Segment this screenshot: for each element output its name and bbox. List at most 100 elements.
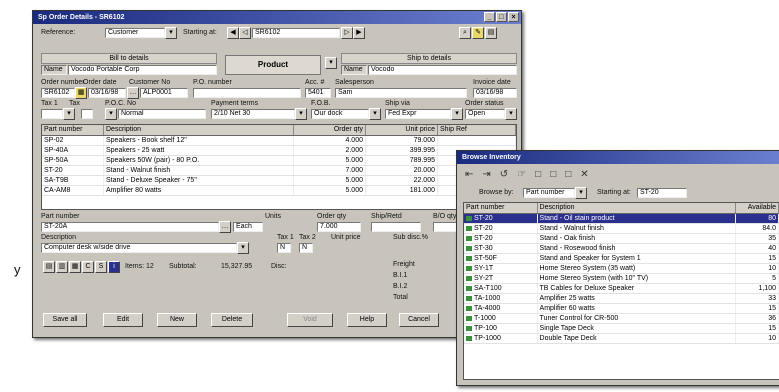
delete-icon[interactable]: ✕ — [580, 169, 588, 180]
refresh-icon[interactable]: ↺ — [500, 169, 508, 180]
col-description[interactable]: Description — [104, 125, 294, 135]
part-lookup-icon[interactable]: … — [219, 221, 231, 233]
new-button[interactable]: New — [157, 313, 197, 327]
detail-units-field[interactable]: Each — [233, 222, 263, 232]
browse-row[interactable]: TA-4000 Amplifier 60 watts 15 — [464, 304, 779, 314]
browse-col-part-number[interactable]: Part number — [464, 203, 538, 213]
customer-lookup-icon[interactable]: … — [127, 87, 139, 99]
first-record-icon[interactable]: ◀ — [227, 27, 239, 39]
insert-line-icon[interactable]: ▤ — [43, 261, 55, 273]
delete-line-icon[interactable]: ▥ — [56, 261, 68, 273]
order-status-dropdown-icon[interactable]: ▾ — [505, 108, 517, 120]
line-item-row[interactable]: CA-AM8 Amplifier 80 watts 5.000 181.000 — [42, 186, 516, 196]
maximize-button[interactable]: □ — [496, 12, 507, 22]
cancel-button[interactable]: Cancel — [399, 313, 439, 327]
browse-col-description[interactable]: Description — [538, 203, 737, 213]
browse-row[interactable]: ST-30 Stand - Rosewood finish 40 — [464, 244, 779, 254]
detail-part-field[interactable]: ST-20A — [41, 222, 219, 232]
info-icon[interactable]: i — [108, 261, 120, 273]
tax1-flag[interactable]: N — [277, 243, 291, 253]
order-date-field[interactable]: 03/16/98 — [88, 88, 126, 98]
detail-description-field[interactable]: Computer desk w/side drive — [41, 243, 237, 253]
poc-dropdown-icon[interactable]: ▾ — [105, 108, 117, 120]
line-items-grid[interactable]: Part number Description Order qty Unit p… — [41, 124, 517, 210]
browse-starting-field[interactable]: ST-20 — [637, 188, 687, 198]
notes-icon[interactable]: ✎ — [472, 27, 484, 39]
ship-via-dropdown-icon[interactable]: ▾ — [451, 108, 463, 120]
customer-no-field[interactable]: ALP0001 — [140, 88, 188, 98]
ship-to-name-field[interactable]: Vocodo — [368, 65, 517, 75]
col-unit-price[interactable]: Unit price — [366, 125, 438, 135]
invoice-date-field[interactable]: 03/16/98 — [473, 88, 517, 98]
browse-row[interactable]: TP-100 Single Tape Deck 15 — [464, 324, 779, 334]
poc-field[interactable]: Normal — [118, 109, 206, 119]
browse-grid[interactable]: Part number Description Available ST-20 S… — [463, 202, 779, 380]
select-icon[interactable]: ☞ — [517, 169, 526, 180]
browse-row[interactable]: T-1000 Tuner Control for CR-500 36 — [464, 314, 779, 324]
copy-line-icon[interactable]: ▦ — [69, 261, 81, 273]
tax1-dropdown-icon[interactable]: ▾ — [63, 108, 75, 120]
next-record-icon[interactable]: ▷ — [341, 27, 353, 39]
minimize-button[interactable]: _ — [484, 12, 495, 22]
browse-row[interactable]: SY-1T Home Stereo System (35 watt) 10 — [464, 264, 779, 274]
po-number-field[interactable] — [193, 88, 301, 98]
help-button[interactable]: Help — [347, 313, 387, 327]
open-icon[interactable]: □ — [550, 169, 556, 180]
browse-row[interactable]: ST-20 Stand - Oil stain product 80 — [464, 214, 779, 224]
tax-field[interactable] — [81, 109, 93, 119]
bill-to-name-field[interactable]: Vocodo Portable Corp — [68, 65, 217, 75]
col-part-number[interactable]: Part number — [42, 125, 104, 135]
last-record-icon[interactable]: ▶ — [353, 27, 365, 39]
first-icon[interactable]: ⇤ — [465, 169, 473, 180]
payment-terms-field[interactable]: 2/10 Net 30 — [211, 109, 295, 119]
reference-dropdown-icon[interactable]: ▾ — [165, 27, 177, 39]
tax2-flag[interactable]: N — [299, 243, 313, 253]
void-button[interactable]: Void — [287, 313, 333, 327]
description-dropdown-icon[interactable]: ▾ — [237, 242, 249, 254]
salesperson-field[interactable]: Sam — [335, 88, 467, 98]
line-item-row[interactable]: SA-T9B Stand - Deluxe Speaker - 75" 5.000 2… — [42, 176, 516, 186]
payment-terms-dropdown-icon[interactable]: ▾ — [295, 108, 307, 120]
line-item-row[interactable]: ST-20 Stand - Walnut finish 7.000 20.000 — [42, 166, 516, 176]
reference-select[interactable]: Customer — [105, 28, 165, 38]
fob-dropdown-icon[interactable]: ▾ — [369, 108, 381, 120]
detail-order-qty-field[interactable]: 7.000 — [317, 222, 361, 232]
product-type-dropdown-icon[interactable]: ▾ — [325, 57, 337, 69]
browse-row[interactable]: ST-20 Stand - Walnut finish 84.0 — [464, 224, 779, 234]
ship-via-field[interactable]: Fed Expr — [385, 109, 451, 119]
account-field[interactable]: 5401 — [305, 88, 331, 98]
tax1-field[interactable] — [41, 109, 63, 119]
col-order-qty[interactable]: Order qty — [294, 125, 366, 135]
copy-icon[interactable]: □ — [565, 169, 571, 180]
browse-row[interactable]: SY-2T Home Stereo System (with 10" TV) 5 — [464, 274, 779, 284]
browse-col-available[interactable]: Available — [736, 203, 779, 213]
calendar-icon[interactable]: ▦ — [75, 87, 87, 99]
last-icon[interactable]: ⇥ — [482, 169, 490, 180]
detail-ship-retd-field[interactable] — [371, 222, 421, 232]
serial-icon[interactable]: S — [95, 261, 107, 273]
line-item-row[interactable]: SP-40A Speakers - 25 watt 2.000 399.995 — [42, 146, 516, 156]
save-all-button[interactable]: Save all — [43, 313, 87, 327]
prev-record-icon[interactable]: ◁ — [239, 27, 251, 39]
browse-row[interactable]: TP-1000 Double Tape Deck 10 — [464, 334, 779, 344]
print-icon[interactable]: ▤ — [485, 27, 497, 39]
browse-row[interactable]: ST-20 Stand - Oak finish 35 — [464, 234, 779, 244]
browse-by-select[interactable]: Part number — [523, 188, 575, 198]
starting-at-field[interactable]: SR6102 — [252, 28, 340, 38]
line-item-row[interactable]: SP-50A Speakers 50W (pair) - 80 P.O. 5.000… — [42, 156, 516, 166]
browse-by-dropdown-icon[interactable]: ▾ — [575, 187, 587, 199]
find-icon[interactable]: ⌕ — [459, 27, 471, 39]
browse-row[interactable]: SA-T100 TB Cables for Deluxe Speaker 1,100 — [464, 284, 779, 294]
edit-button[interactable]: Edit — [103, 313, 143, 327]
comment-icon[interactable]: C — [82, 261, 94, 273]
line-item-row[interactable]: SP-02 Speakers - Book shelf 12" 4.000 79.00… — [42, 136, 516, 146]
new-icon[interactable]: □ — [535, 169, 541, 180]
order-number-field[interactable]: SR6102 — [41, 88, 75, 98]
browse-row[interactable]: ST-50F Stand and Speaker for System 1 15 — [464, 254, 779, 264]
close-button[interactable]: × — [508, 12, 519, 22]
fob-field[interactable]: Our dock — [311, 109, 369, 119]
col-ship-ref[interactable]: Ship Ref — [438, 125, 516, 135]
delete-button[interactable]: Delete — [211, 313, 253, 327]
order-status-field[interactable]: Open — [465, 109, 505, 119]
browse-row[interactable]: TA-1000 Amplifier 25 watts 33 — [464, 294, 779, 304]
